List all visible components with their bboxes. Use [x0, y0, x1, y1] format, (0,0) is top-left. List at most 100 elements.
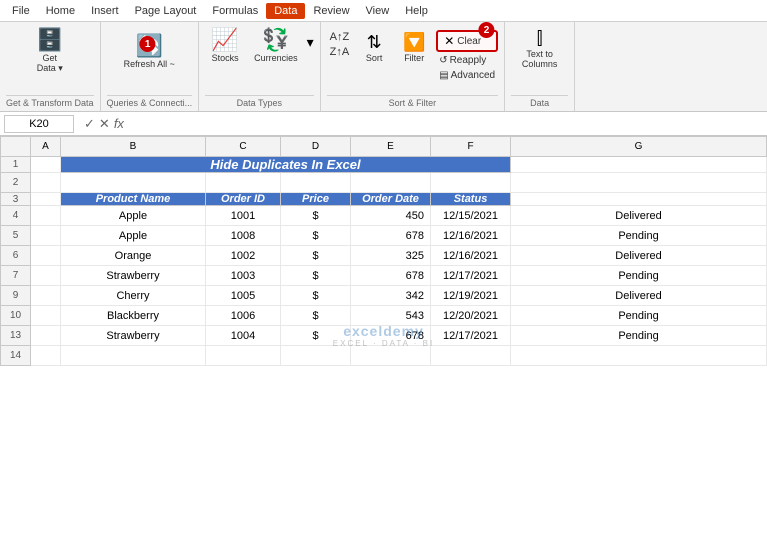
cell-f4[interactable]: 12/15/2021 — [431, 206, 511, 226]
cell-c9[interactable]: 1005 — [206, 286, 281, 306]
cell-c7[interactable]: 1003 — [206, 266, 281, 286]
sort-az-button[interactable]: A↑Z — [327, 30, 353, 44]
menu-file[interactable]: File — [4, 3, 38, 19]
cell-g2[interactable] — [511, 173, 767, 193]
cell-c14[interactable] — [206, 346, 281, 366]
cell-g6[interactable]: Delivered — [511, 246, 767, 266]
cell-a2[interactable] — [31, 173, 61, 193]
cell-f6[interactable]: 12/16/2021 — [431, 246, 511, 266]
data-types-expand[interactable]: ▾ — [307, 26, 314, 51]
cell-b6[interactable]: Orange — [61, 246, 206, 266]
cell-f7[interactable]: 12/17/2021 — [431, 266, 511, 286]
cell-f5[interactable]: 12/16/2021 — [431, 226, 511, 246]
cell-b5[interactable]: Apple — [61, 226, 206, 246]
cell-g10[interactable]: Pending — [511, 306, 767, 326]
menu-home[interactable]: Home — [38, 3, 83, 19]
cell-c10[interactable]: 1006 — [206, 306, 281, 326]
cell-e5[interactable]: 678 — [351, 226, 431, 246]
cell-a13[interactable] — [31, 326, 61, 346]
menu-view[interactable]: View — [358, 3, 398, 19]
cell-a4[interactable] — [31, 206, 61, 226]
cell-a14[interactable] — [31, 346, 61, 366]
cell-a5[interactable] — [31, 226, 61, 246]
cell-f2[interactable] — [431, 173, 511, 193]
sort-button[interactable]: ⇅ Sort — [356, 30, 392, 66]
cell-reference-input[interactable] — [4, 115, 74, 133]
cell-c6[interactable]: 1002 — [206, 246, 281, 266]
advanced-button[interactable]: ▤ Advanced — [436, 69, 498, 82]
cell-e4[interactable]: 450 — [351, 206, 431, 226]
col-header-e[interactable]: E — [351, 137, 431, 157]
cell-g13[interactable]: Pending — [511, 326, 767, 346]
cell-c2[interactable] — [206, 173, 281, 193]
cell-d9[interactable]: $ — [281, 286, 351, 306]
cell-d14[interactable] — [281, 346, 351, 366]
cell-e7[interactable]: 678 — [351, 266, 431, 286]
currencies-button[interactable]: 💱 Currencies — [249, 26, 303, 66]
cell-g14[interactable] — [511, 346, 767, 366]
menu-formulas[interactable]: Formulas — [204, 3, 266, 19]
cell-g7[interactable]: Pending — [511, 266, 767, 286]
cell-g3[interactable] — [511, 193, 767, 206]
cell-c5[interactable]: 1008 — [206, 226, 281, 246]
formula-bar: ✓ ✕ fx — [0, 112, 767, 136]
header-price: Price — [281, 193, 351, 206]
cell-f13[interactable]: 12/17/2021 — [431, 326, 511, 346]
cell-c4[interactable]: 1001 — [206, 206, 281, 226]
cell-a10[interactable] — [31, 306, 61, 326]
cell-b14[interactable] — [61, 346, 206, 366]
cell-b10[interactable]: Blackberry — [61, 306, 206, 326]
cell-d6[interactable]: $ — [281, 246, 351, 266]
col-header-d[interactable]: D — [281, 137, 351, 157]
cell-e9[interactable]: 342 — [351, 286, 431, 306]
cell-a3[interactable] — [31, 193, 61, 206]
col-header-g[interactable]: G — [511, 137, 767, 157]
col-header-b[interactable]: B — [61, 137, 206, 157]
formula-input[interactable] — [134, 118, 763, 130]
ribbon: 🗄️ GetData ▾ Get & Transform Data 🔄 Refr… — [0, 22, 767, 112]
reapply-button[interactable]: ↺ Reapply — [436, 54, 498, 67]
table-row: 7 Strawberry 1003 $ 678 12/17/2021 Pendi… — [1, 266, 767, 286]
get-data-button[interactable]: 🗄️ GetData ▾ — [30, 26, 70, 77]
filter-button[interactable]: 🔽 Filter — [396, 30, 432, 66]
cell-g9[interactable]: Delivered — [511, 286, 767, 306]
cell-a9[interactable] — [31, 286, 61, 306]
menu-help[interactable]: Help — [397, 3, 436, 19]
cell-c13[interactable]: 1004 — [206, 326, 281, 346]
cell-f9[interactable]: 12/19/2021 — [431, 286, 511, 306]
cell-e2[interactable] — [351, 173, 431, 193]
cell-a7[interactable] — [31, 266, 61, 286]
cell-f14[interactable] — [431, 346, 511, 366]
row-num-13: 13 — [1, 326, 31, 346]
sort-za-button[interactable]: Z↑A — [327, 45, 353, 59]
cell-b7[interactable]: Strawberry — [61, 266, 206, 286]
stocks-button[interactable]: 📈 Stocks — [205, 26, 245, 66]
cell-b9[interactable]: Cherry — [61, 286, 206, 306]
cell-e14[interactable] — [351, 346, 431, 366]
sort-filter-label: Sort & Filter — [327, 95, 499, 109]
col-header-c[interactable]: C — [206, 137, 281, 157]
menu-page-layout[interactable]: Page Layout — [127, 3, 205, 19]
cell-b2[interactable] — [61, 173, 206, 193]
cell-a1[interactable] — [31, 157, 61, 173]
cell-d5[interactable]: $ — [281, 226, 351, 246]
row-num-2: 2 — [1, 173, 31, 193]
filter-icon: 🔽 — [403, 33, 425, 51]
cell-g4[interactable]: Delivered — [511, 206, 767, 226]
cell-e6[interactable]: 325 — [351, 246, 431, 266]
menu-review[interactable]: Review — [305, 3, 357, 19]
cell-a6[interactable] — [31, 246, 61, 266]
cell-g1[interactable] — [511, 157, 767, 173]
cell-f10[interactable]: 12/20/2021 — [431, 306, 511, 326]
col-header-a[interactable]: A — [31, 137, 61, 157]
cell-d4[interactable]: $ — [281, 206, 351, 226]
cell-d2[interactable] — [281, 173, 351, 193]
text-to-columns-button[interactable]: ⫿ Text toColumns — [512, 26, 567, 72]
cell-b13[interactable]: Strawberry — [61, 326, 206, 346]
menu-insert[interactable]: Insert — [83, 3, 127, 19]
col-header-f[interactable]: F — [431, 137, 511, 157]
menu-data[interactable]: Data — [266, 3, 305, 19]
cell-d7[interactable]: $ — [281, 266, 351, 286]
cell-g5[interactable]: Pending — [511, 226, 767, 246]
cell-b4[interactable]: Apple — [61, 206, 206, 226]
